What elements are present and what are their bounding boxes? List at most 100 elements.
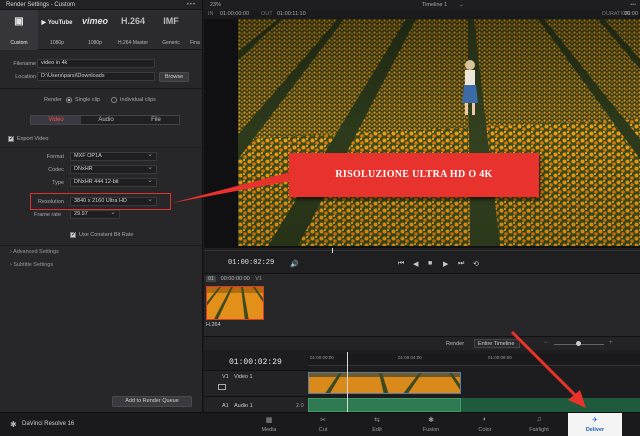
thumbnail-image bbox=[207, 287, 263, 319]
resolution-dropdown[interactable]: 3840 x 2160 Ultra HD bbox=[70, 197, 157, 206]
stop-icon[interactable]: ■ bbox=[428, 260, 432, 267]
page-fairlight[interactable]: ♫ Fairlight bbox=[516, 413, 562, 436]
audio-track-empty bbox=[461, 398, 640, 412]
app-name: DaVinci Resolve 16 bbox=[22, 421, 75, 427]
video-track-id: V1 bbox=[222, 374, 229, 380]
individual-clips-radio[interactable] bbox=[111, 97, 117, 103]
in-timecode[interactable]: 01:00:00:00 bbox=[220, 10, 249, 19]
preset-custom[interactable]: ▣ Custom bbox=[0, 10, 38, 50]
video-viewer[interactable] bbox=[204, 19, 640, 247]
preset-label: 1080p bbox=[88, 40, 102, 46]
ellipsis-icon[interactable]: ••• bbox=[187, 0, 196, 10]
clip-thumbnail[interactable] bbox=[206, 286, 264, 320]
subtitle-settings-toggle[interactable]: › Subtitle Settings bbox=[10, 262, 53, 268]
timeline-playhead[interactable] bbox=[347, 352, 348, 412]
browse-button[interactable]: Browse bbox=[159, 72, 189, 82]
page-label: Media bbox=[261, 427, 277, 433]
tab-video[interactable]: Video bbox=[31, 116, 81, 124]
preset-label: 1080p bbox=[50, 40, 64, 46]
page-fusion[interactable]: ✱ Fusion bbox=[408, 413, 454, 436]
filename-field[interactable]: video in 4k bbox=[37, 59, 155, 68]
timeline[interactable]: 01:00:02:29 01:00:00:00 01:00:04:00 01:0… bbox=[204, 350, 640, 412]
timeline-ruler[interactable]: 01:00:00:00 01:00:04:00 01:00:08:00 bbox=[308, 354, 640, 366]
imf-logo: IMF bbox=[163, 16, 179, 26]
page-cut[interactable]: ✂ Cut bbox=[300, 413, 346, 436]
davinci-logo-icon: ✱ bbox=[10, 420, 17, 429]
page-label: Deliver bbox=[585, 427, 605, 433]
marigold-field-image bbox=[238, 19, 640, 246]
preset-vimeo[interactable]: vimeo 1080p bbox=[76, 10, 114, 50]
current-timecode[interactable]: 01:00:02:29 bbox=[228, 259, 274, 267]
export-video-checkbox[interactable] bbox=[8, 135, 14, 142]
clip-track: V1 bbox=[255, 276, 262, 282]
video-clip[interactable] bbox=[308, 372, 461, 394]
chevron-down-icon[interactable]: ⌄ bbox=[459, 0, 464, 10]
audio-track-name: Audio 1 bbox=[234, 403, 253, 409]
location-field[interactable]: D:\Users\parsi\Downloads bbox=[37, 72, 155, 81]
page-label: Fusion bbox=[422, 427, 440, 433]
deliver-icon: ✈ bbox=[592, 417, 598, 424]
preset-h264[interactable]: H.264 H.264 Master bbox=[114, 10, 152, 50]
add-to-render-queue-button[interactable]: Add to Render Queue bbox=[112, 396, 192, 407]
media-icon: ▦ bbox=[265, 417, 273, 424]
zoom-in-icon[interactable]: + bbox=[609, 340, 613, 346]
preset-label: Fina bbox=[190, 40, 200, 46]
zoom-slider-handle[interactable] bbox=[576, 341, 581, 346]
filename-label: Filename bbox=[13, 61, 36, 67]
play-reverse-icon[interactable]: ◀ bbox=[413, 260, 418, 268]
page-label: Cut bbox=[318, 427, 328, 433]
timeline-timecode[interactable]: 01:00:02:29 bbox=[229, 358, 282, 367]
out-timecode[interactable]: 01:00:11:10 bbox=[277, 10, 306, 19]
audio-level: 2.0 bbox=[296, 403, 304, 409]
edit-icon: ⇆ bbox=[374, 417, 380, 424]
constant-bitrate-checkbox[interactable] bbox=[70, 231, 76, 238]
viewer-frame-image bbox=[238, 19, 640, 246]
fairlight-icon: ♫ bbox=[536, 416, 542, 423]
video-track-header: V1 Video 1 bbox=[204, 370, 308, 396]
frame-rate-dropdown[interactable]: 29.97 bbox=[70, 210, 120, 219]
divider bbox=[0, 147, 203, 148]
timeline-toolbar: Render Entire Timeline − + bbox=[204, 336, 640, 350]
codec-dropdown[interactable]: DNxHR bbox=[70, 165, 157, 174]
skip-forward-icon[interactable]: ⏭ bbox=[458, 260, 464, 268]
format-label: Format bbox=[46, 154, 64, 160]
page-deliver[interactable]: ✈ Deliver bbox=[568, 413, 622, 436]
clip-timecode: 00:00:00:00 bbox=[220, 276, 250, 282]
settings-tabs: Video Audio File bbox=[30, 115, 180, 125]
resolution-label: Resolution bbox=[38, 199, 64, 205]
zoom-out-icon[interactable]: − bbox=[544, 340, 548, 346]
out-label: OUT bbox=[261, 11, 273, 17]
tab-audio[interactable]: Audio bbox=[81, 116, 131, 124]
preset-label: Generic bbox=[162, 40, 180, 46]
ellipsis-icon[interactable]: ••• bbox=[630, 0, 636, 10]
render-range-dropdown[interactable]: Entire Timeline bbox=[474, 339, 520, 348]
tab-file[interactable]: File bbox=[131, 116, 181, 124]
page-edit[interactable]: ⇆ Edit bbox=[354, 413, 400, 436]
scrub-playhead[interactable] bbox=[332, 248, 333, 253]
volume-icon[interactable]: 🔊 bbox=[290, 260, 299, 268]
single-clip-radio[interactable] bbox=[66, 97, 72, 103]
preset-imf[interactable]: IMF Generic bbox=[152, 10, 190, 50]
scrub-bar[interactable] bbox=[204, 250, 640, 251]
zoom-level[interactable]: 23% bbox=[210, 0, 221, 10]
timeline-name[interactable]: Timeline 1 bbox=[422, 0, 447, 10]
play-icon[interactable]: ▶ bbox=[443, 260, 448, 268]
format-dropdown[interactable]: MXF OP1A bbox=[70, 152, 157, 161]
type-dropdown[interactable]: DNxHR 444 12-bit bbox=[70, 178, 157, 187]
fusion-icon: ✱ bbox=[428, 417, 434, 424]
page-label: Edit bbox=[372, 427, 382, 433]
loop-icon[interactable]: ⟲ bbox=[473, 260, 479, 268]
audio-track-header: A1 Audio 1 2.0 bbox=[204, 396, 308, 412]
preset-youtube[interactable]: ▶ YouTube 1080p bbox=[38, 10, 76, 50]
preset-final[interactable]: Fina bbox=[190, 10, 203, 50]
advanced-settings-toggle[interactable]: › Advanced Settings bbox=[10, 249, 59, 255]
page-color[interactable]: ◐ Color bbox=[462, 413, 508, 436]
skip-back-icon[interactable]: ⏮ bbox=[398, 260, 404, 268]
track-monitor-icon[interactable] bbox=[218, 384, 226, 390]
video-track-name: Video 1 bbox=[234, 374, 253, 380]
audio-clip[interactable] bbox=[308, 398, 461, 412]
divider bbox=[0, 245, 203, 246]
render-range-label: Render bbox=[446, 341, 465, 347]
page-media[interactable]: ▦ Media bbox=[246, 413, 292, 436]
ruler-mark: 01:00:00:00 bbox=[310, 355, 334, 360]
